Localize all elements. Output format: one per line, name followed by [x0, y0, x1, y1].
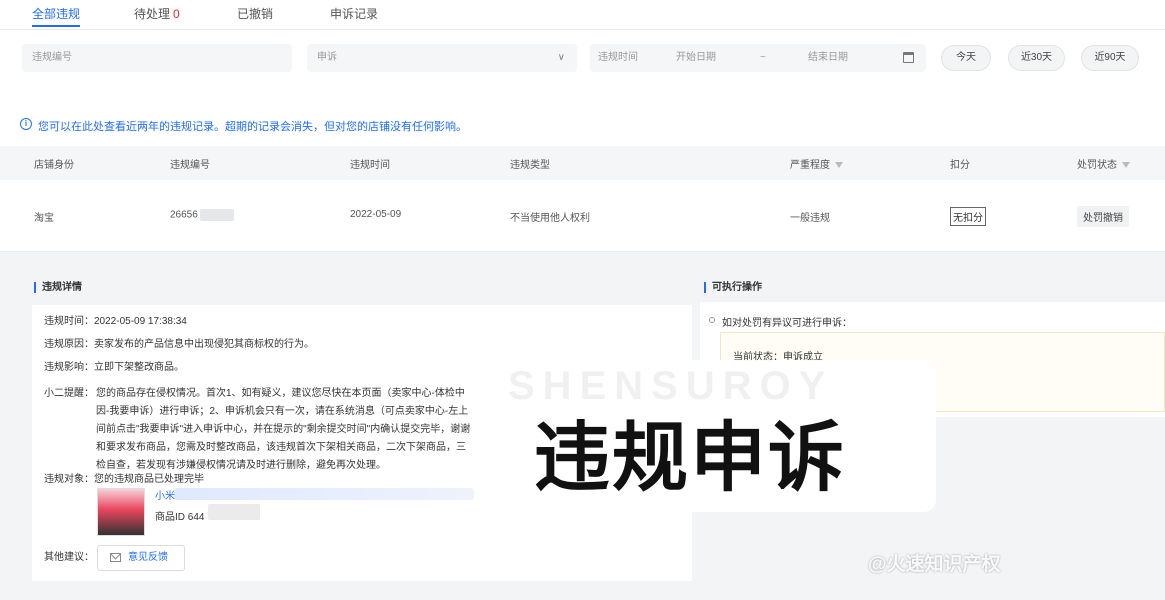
tab-label: 待处理 [134, 7, 171, 21]
cell-severity: 一般违规 [790, 213, 830, 224]
tab-bar: 全部违规 待处理 0 已撤销 申诉记录 [0, 0, 1165, 30]
label: 违规影响： [44, 362, 94, 373]
redacted-block [208, 504, 260, 520]
end-date-input[interactable]: 结束日期 [808, 44, 848, 72]
col-status[interactable]: 处罚状态 [1077, 156, 1130, 171]
detail-time: 违规时间：2022-05-09 17:38:34 [44, 313, 187, 331]
filter-bar: 违规编号 申诉 ∨ 违规时间 开始日期 ~ 结束日期 今天 近30天 近90天 [0, 30, 1165, 92]
filter-icon[interactable] [1122, 162, 1130, 169]
product-name-link[interactable]: 小米 [155, 487, 175, 502]
points-badge: 无扣分 [950, 207, 986, 226]
cell-violation-no: 26656 [170, 209, 234, 221]
detail-impact: 违规影响：立即下架整改商品。 [44, 359, 184, 377]
tip-line: 您的商品存在侵权情况。首次1、如有疑义，建议您尽快在本页面（卖家中心-体检中 [96, 388, 465, 399]
table-header: 店铺身份 违规编号 违规时间 违规类型 严重程度 扣分 处罚状态 [0, 146, 1165, 180]
pending-count: 0 [173, 7, 180, 21]
start-date-input[interactable]: 开始日期 [676, 44, 716, 72]
tab-label: 全部违规 [32, 7, 81, 21]
value: 卖家发布的产品信息中出现侵犯其商标权的行为。 [94, 339, 314, 350]
notice-bar: i 您可以在此处查看近两年的违规记录。超期的记录会消失，但对您的店铺没有任何影响… [0, 92, 1165, 152]
mail-icon [110, 553, 121, 562]
col-violation-time: 违规时间 [350, 160, 390, 171]
detail-reason: 违规原因：卖家发布的产品信息中出现侵犯其商标权的行为。 [44, 336, 314, 354]
tip-line: 和要求发布商品，您需及时整改商品，该违规首次下架相关商品，二次下架商品，三 [96, 442, 466, 453]
info-icon: i [20, 118, 32, 130]
bullet-icon [709, 317, 715, 323]
violation-no-text: 26656 [170, 209, 198, 221]
value: 立即下架整改商品。 [94, 362, 184, 373]
detail-other-label: 其他建议： [44, 552, 94, 563]
header-label: 处罚状态 [1077, 160, 1117, 171]
col-shop: 店铺身份 [34, 160, 74, 171]
tab-appeal-records[interactable]: 申诉记录 [330, 5, 378, 27]
cell-shop: 淘宝 [34, 213, 54, 224]
cell-date: 2022-05-09 [350, 209, 402, 220]
label: 违规对象： [44, 474, 94, 485]
corner-watermark: @火速知识产权 [868, 554, 1001, 575]
table-row: 淘宝 26656 2022-05-09 不当使用他人权利 一般违规 无扣分 处罚… [0, 180, 1165, 252]
label: 违规原因： [44, 339, 94, 350]
redacted-block [199, 209, 234, 221]
tab-all-violations[interactable]: 全部违规 [32, 5, 81, 27]
feedback-button[interactable]: 意见反馈 [97, 545, 185, 571]
last-30-days-button[interactable]: 近30天 [1008, 45, 1065, 71]
detail-title: 违规详情 [34, 282, 82, 293]
product-id: 商品ID 644 [155, 512, 205, 523]
tab-label: 已撤销 [237, 7, 274, 21]
notice-text: 您可以在此处查看近两年的违规记录。超期的记录会消失，但对您的店铺没有任何影响。 [38, 121, 467, 133]
appeal-select[interactable]: 申诉 ∨ [307, 44, 577, 72]
select-value: 申诉 [317, 52, 337, 63]
appeal-hint: 如对处罚有异议可进行申诉： [722, 318, 852, 329]
header-label: 严重程度 [790, 160, 830, 171]
value: 您的违规商品已处理完毕 [94, 474, 204, 485]
ops-title: 可执行操作 [704, 282, 762, 293]
feedback-label: 意见反馈 [128, 552, 168, 563]
tip-line: 因-我要申诉）进行申诉；2、申诉机会只有一次，请在系统消息（可点卖家中心-左上 [96, 406, 469, 417]
last-90-days-button[interactable]: 近90天 [1081, 45, 1139, 71]
col-points: 扣分 [950, 160, 970, 171]
violation-no-input[interactable]: 违规编号 [22, 44, 292, 72]
col-severity[interactable]: 严重程度 [790, 156, 843, 171]
caption-overlay: SHENSUROY 违规申诉 [496, 360, 936, 512]
chevron-down-icon: ∨ [557, 52, 565, 63]
date-range-label: 违规时间 [598, 52, 638, 63]
detail-tip-label: 小二提醒： [44, 388, 94, 399]
date-range-picker[interactable]: 违规时间 开始日期 ~ 结束日期 [590, 44, 926, 72]
placeholder: 违规编号 [32, 52, 72, 63]
redacted-block [174, 488, 474, 500]
range-separator: ~ [760, 52, 766, 63]
product-thumbnail[interactable] [97, 488, 145, 536]
caption-title: 违规申诉 [534, 416, 846, 501]
penalty-revoked-button[interactable]: 处罚撤销 [1077, 206, 1129, 227]
label: 违规时间： [44, 316, 94, 327]
tab-revoked[interactable]: 已撤销 [237, 5, 273, 27]
value: 2022-05-09 17:38:34 [94, 316, 187, 327]
detail-object: 违规对象：您的违规商品已处理完毕 [44, 471, 204, 489]
tab-label: 申诉记录 [330, 7, 379, 21]
tip-line: 间前点击"我要申诉"进入申诉中心，并在提示的"剩余提交时间"内确认提交完毕，谢谢 [96, 424, 471, 435]
cell-type: 不当使用他人权利 [510, 213, 590, 224]
col-violation-type: 违规类型 [510, 160, 550, 171]
detail-tip-text: 您的商品存在侵权情况。首次1、如有疑义，建议您尽快在本页面（卖家中心-体检中 因… [96, 385, 526, 475]
col-violation-no: 违规编号 [170, 160, 210, 171]
filter-icon[interactable] [835, 162, 843, 169]
calendar-icon [903, 52, 914, 63]
today-button[interactable]: 今天 [941, 45, 991, 71]
tab-pending[interactable]: 待处理 0 [134, 5, 180, 27]
